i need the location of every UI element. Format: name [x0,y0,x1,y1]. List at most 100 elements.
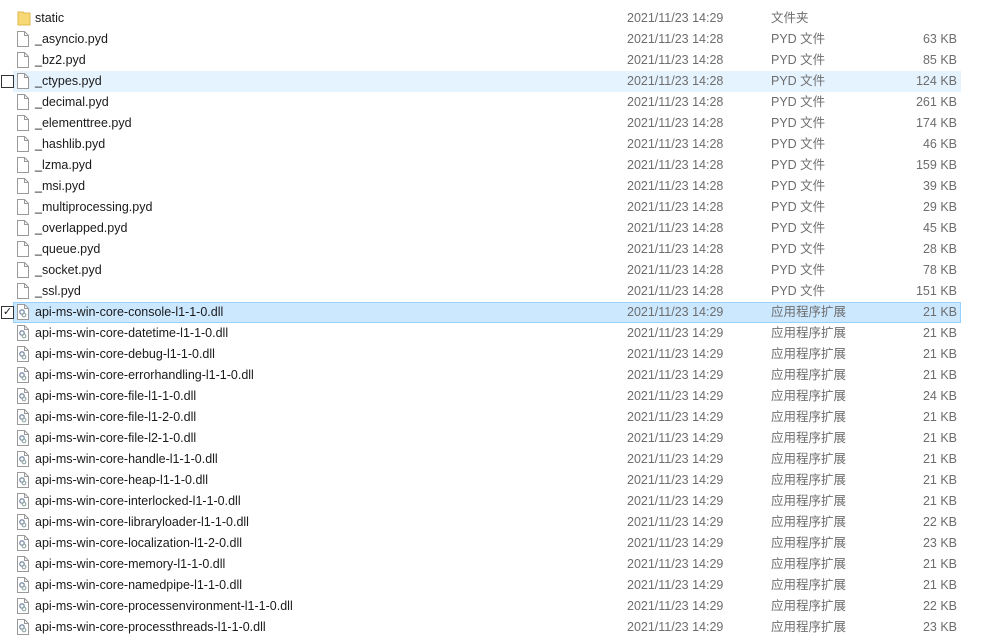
file-date: 2021/11/23 14:28 [627,179,724,193]
file-type: 应用程序扩展 [771,347,847,361]
file-type: PYD 文件 [771,284,826,298]
file-icon [17,178,29,194]
file-date: 2021/11/23 14:28 [627,242,724,256]
file-type: 应用程序扩展 [771,473,847,487]
file-size: 22 KB [922,599,957,613]
file-row[interactable]: api-ms-win-core-heap-l1-1-0.dll 2021/11/… [0,470,1002,491]
file-row[interactable]: api-ms-win-core-namedpipe-l1-1-0.dll 202… [0,575,1002,596]
file-date: 2021/11/23 14:29 [627,515,724,529]
file-name: api-ms-win-core-file-l2-1-0.dll [35,431,197,445]
file-type: PYD 文件 [771,137,826,151]
file-row[interactable]: api-ms-win-core-file-l1-2-0.dll 2021/11/… [0,407,1002,428]
file-name: _lzma.pyd [35,158,92,172]
file-type: 应用程序扩展 [771,599,847,613]
file-row[interactable]: _ssl.pyd 2021/11/23 14:28 PYD 文件 151 KB [0,281,1002,302]
file-row[interactable]: _queue.pyd 2021/11/23 14:28 PYD 文件 28 KB [0,239,1002,260]
file-row[interactable]: _elementtree.pyd 2021/11/23 14:28 PYD 文件… [0,113,1002,134]
file-name: api-ms-win-core-console-l1-1-0.dll [35,305,224,319]
file-size: 39 KB [922,179,957,193]
dll-icon [17,598,29,614]
file-row[interactable]: api-ms-win-core-libraryloader-l1-1-0.dll… [0,512,1002,533]
file-type: 应用程序扩展 [771,305,847,319]
file-row[interactable]: api-ms-win-core-debug-l1-1-0.dll 2021/11… [0,344,1002,365]
file-row[interactable]: api-ms-win-core-file-l1-1-0.dll 2021/11/… [0,386,1002,407]
file-icon [17,73,29,89]
file-name: _msi.pyd [35,179,86,193]
file-date: 2021/11/23 14:29 [627,557,724,571]
file-row[interactable]: ✓ api-ms-win-core-console-l1-1-0.dll 202… [0,302,1002,323]
file-row[interactable]: api-ms-win-core-datetime-l1-1-0.dll 2021… [0,323,1002,344]
file-name: _decimal.pyd [35,95,109,109]
file-date: 2021/11/23 14:28 [627,53,724,67]
file-date: 2021/11/23 14:29 [627,620,724,634]
file-row[interactable]: _lzma.pyd 2021/11/23 14:28 PYD 文件 159 KB [0,155,1002,176]
file-date: 2021/11/23 14:29 [627,389,724,403]
file-icon [17,220,29,236]
file-name: api-ms-win-core-localization-l1-2-0.dll [35,536,243,550]
file-size: 21 KB [922,452,957,466]
file-type: 应用程序扩展 [771,620,847,634]
file-name: api-ms-win-core-errorhandling-l1-1-0.dll [35,368,254,382]
dll-icon [17,556,29,572]
file-name: api-ms-win-core-interlocked-l1-1-0.dll [35,494,241,508]
file-row[interactable]: _multiprocessing.pyd 2021/11/23 14:28 PY… [0,197,1002,218]
file-row[interactable]: _decimal.pyd 2021/11/23 14:28 PYD 文件 261… [0,92,1002,113]
dll-icon [17,367,29,383]
file-type: PYD 文件 [771,158,826,172]
file-date: 2021/11/23 14:28 [627,263,724,277]
file-list: static 2021/11/23 14:29 文件夹 _asyncio.pyd… [0,8,1002,638]
file-row[interactable]: api-ms-win-core-memory-l1-1-0.dll 2021/1… [0,554,1002,575]
file-date: 2021/11/23 14:29 [627,431,724,445]
file-icon [17,199,29,215]
dll-icon [17,472,29,488]
file-name: api-ms-win-core-file-l1-1-0.dll [35,389,197,403]
file-name: _socket.pyd [35,263,102,277]
file-row[interactable]: _overlapped.pyd 2021/11/23 14:28 PYD 文件 … [0,218,1002,239]
file-row[interactable]: api-ms-win-core-errorhandling-l1-1-0.dll… [0,365,1002,386]
file-row[interactable]: _bz2.pyd 2021/11/23 14:28 PYD 文件 85 KB [0,50,1002,71]
file-name: _overlapped.pyd [35,221,128,235]
folder-icon [17,10,31,26]
file-size: 21 KB [922,557,957,571]
file-row[interactable]: api-ms-win-core-processthreads-l1-1-0.dl… [0,617,1002,638]
file-date: 2021/11/23 14:28 [627,200,724,214]
file-row[interactable]: api-ms-win-core-localization-l1-2-0.dll … [0,533,1002,554]
file-row[interactable]: _socket.pyd 2021/11/23 14:28 PYD 文件 78 K… [0,260,1002,281]
file-size: 21 KB [922,473,957,487]
dll-icon [17,388,29,404]
file-row[interactable]: api-ms-win-core-handle-l1-1-0.dll 2021/1… [0,449,1002,470]
file-type: PYD 文件 [771,200,826,214]
file-name: _bz2.pyd [35,53,86,67]
file-size: 29 KB [922,200,957,214]
file-row[interactable]: _asyncio.pyd 2021/11/23 14:28 PYD 文件 63 … [0,29,1002,50]
file-row[interactable]: api-ms-win-core-interlocked-l1-1-0.dll 2… [0,491,1002,512]
file-type: 应用程序扩展 [771,389,847,403]
file-type: PYD 文件 [771,116,826,130]
file-icon [17,31,29,47]
row-checkbox[interactable] [1,75,14,88]
file-size: 261 KB [915,95,957,109]
file-size: 45 KB [922,221,957,235]
file-row[interactable]: _msi.pyd 2021/11/23 14:28 PYD 文件 39 KB [0,176,1002,197]
file-row[interactable]: _hashlib.pyd 2021/11/23 14:28 PYD 文件 46 … [0,134,1002,155]
file-size: 151 KB [915,284,957,298]
file-size: 21 KB [922,410,957,424]
file-row[interactable]: api-ms-win-core-file-l2-1-0.dll 2021/11/… [0,428,1002,449]
file-icon [17,136,29,152]
file-name: api-ms-win-core-datetime-l1-1-0.dll [35,326,229,340]
row-checkbox[interactable]: ✓ [1,306,14,319]
file-name: _multiprocessing.pyd [35,200,153,214]
file-row[interactable]: static 2021/11/23 14:29 文件夹 [0,8,1002,29]
file-name: api-ms-win-core-heap-l1-1-0.dll [35,473,208,487]
file-size: 21 KB [922,368,957,382]
file-date: 2021/11/23 14:29 [627,578,724,592]
file-row[interactable]: _ctypes.pyd 2021/11/23 14:28 PYD 文件 124 … [0,71,1002,92]
file-date: 2021/11/23 14:28 [627,95,724,109]
file-icon [17,283,29,299]
file-size: 22 KB [922,515,957,529]
file-name: api-ms-win-core-libraryloader-l1-1-0.dll [35,515,249,529]
file-type: PYD 文件 [771,95,826,109]
file-type: 应用程序扩展 [771,452,847,466]
file-size: 21 KB [922,494,957,508]
file-row[interactable]: api-ms-win-core-processenvironment-l1-1-… [0,596,1002,617]
